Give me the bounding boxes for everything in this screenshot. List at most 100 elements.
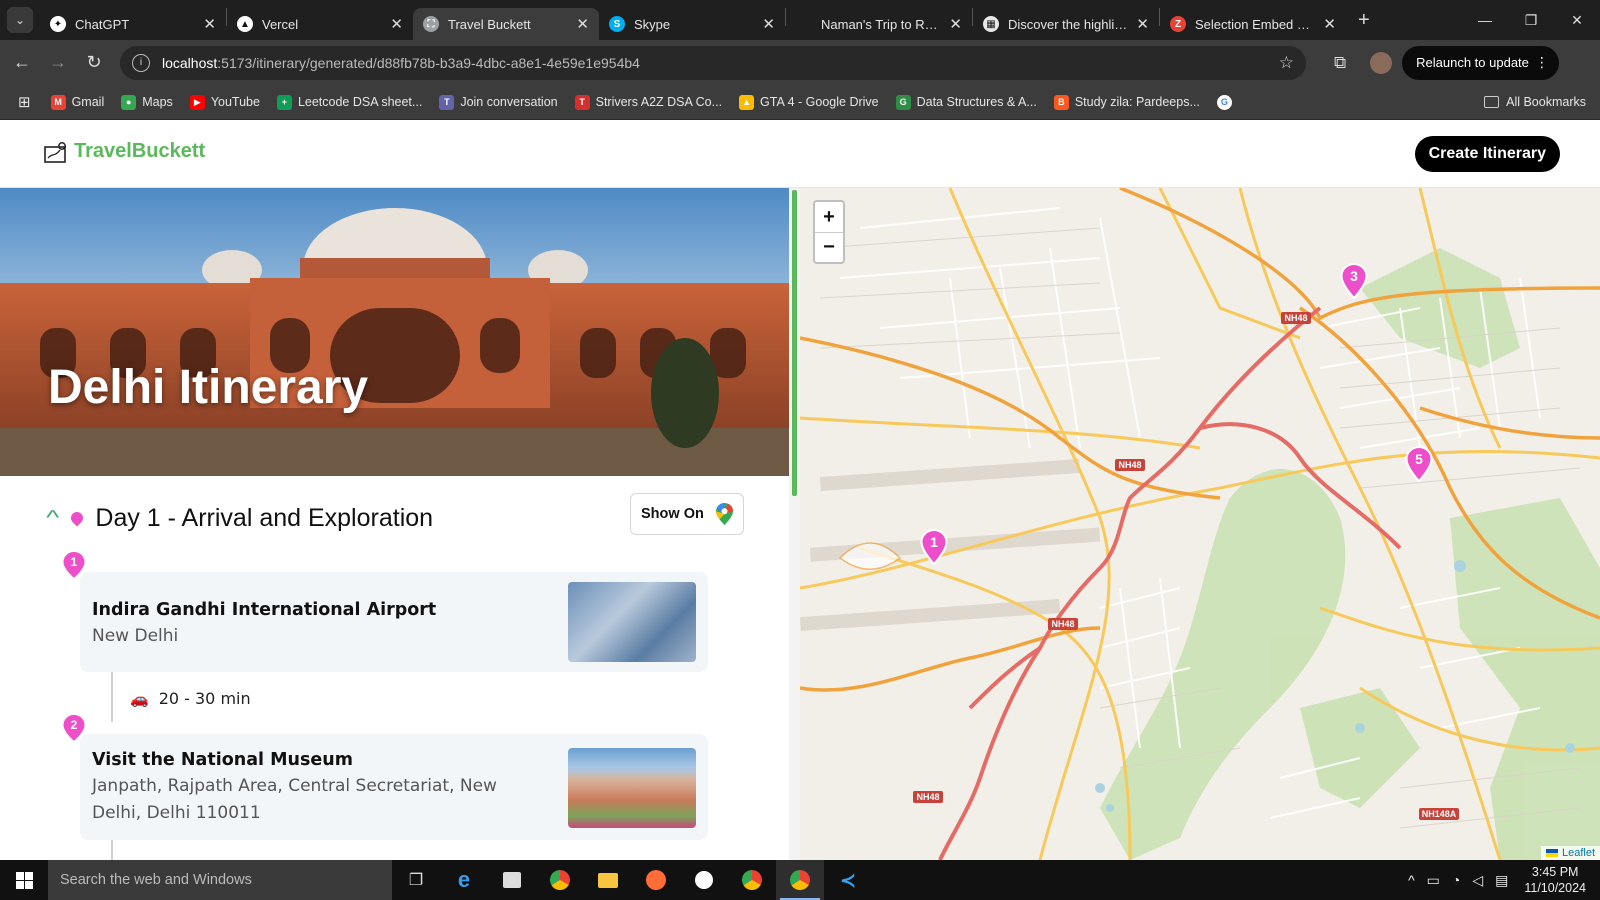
zoom-in-button[interactable]: + [815,202,843,232]
gfg-icon: G [895,94,911,110]
browser-tab[interactable]: ▲ Vercel ✕ [227,8,413,40]
forward-button[interactable]: → [40,45,76,81]
stop-name: Indira Gandhi International Airport [92,600,437,620]
file-explorer-icon[interactable] [584,860,632,900]
maps-icon: ● [121,94,137,110]
map-marker-5[interactable]: 5 [1404,445,1434,483]
bookmark-item[interactable]: G Data Structures & A... [895,94,1037,110]
skype-icon: S [609,16,625,32]
close-tab-icon[interactable]: ✕ [762,15,775,33]
bookmark-label: YouTube [210,95,260,109]
reload-button[interactable]: ↻ [76,45,112,81]
close-tab-icon[interactable]: ✕ [1323,15,1336,33]
browser-tab[interactable]: Z Selection Embed Code ✕ [1160,8,1346,40]
task-view-icon[interactable]: ❐ [392,860,440,900]
close-tab-icon[interactable]: ✕ [949,15,962,33]
folder-icon [1484,96,1500,108]
close-tab-icon[interactable]: ✕ [576,15,589,33]
profile-avatar[interactable] [1370,51,1393,74]
itinerary-panel[interactable]: Delhi Itinerary ^ Day 1 - Arrival and Ex… [0,188,800,860]
close-tab-icon[interactable]: ✕ [203,15,216,33]
road-label-nh48: NH48 [1051,619,1074,629]
tab-title: ChatGPT [75,16,130,32]
bookmark-item[interactable]: ● Maps [121,94,173,110]
close-tab-icon[interactable]: ✕ [1136,15,1149,33]
browser-tab[interactable]: S Skype ✕ [599,8,785,40]
minimize-button[interactable]: — [1462,0,1508,40]
stop-number-1: 1 [71,555,78,569]
tab-title: Selection Embed Code [1195,16,1318,32]
chrome-active-icon[interactable] [776,860,824,900]
restore-button[interactable]: ❐ [1508,0,1554,40]
battery-icon[interactable]: ▭ [1427,872,1440,889]
close-tab-icon[interactable]: ✕ [390,15,403,33]
close-window-button[interactable]: ✕ [1554,0,1600,40]
hero-banner: Delhi Itinerary [0,188,789,476]
bookmark-item[interactable]: B Study zila: Pardeeps... [1053,94,1200,110]
browser-tab[interactable]: Naman's Trip to Rome, ✕ [786,8,972,40]
brand-logo[interactable]: TravelBuckett [44,140,205,163]
map-marker-3[interactable]: 3 [1339,262,1369,300]
scrollbar-thumb[interactable] [792,190,797,496]
notification-icon[interactable]: ▤ [1495,872,1508,889]
site-info-icon[interactable]: i [132,53,150,72]
site-header: TravelBuckett Create Itinerary [0,120,1600,188]
bookmark-item[interactable]: + Leetcode DSA sheet... [276,94,422,110]
bookmark-item[interactable]: T Strivers A2Z DSA Co... [574,94,722,110]
system-clock[interactable]: 3:45 PM 11/10/2024 [1524,864,1586,896]
brand-name: TravelBuckett [74,140,206,162]
browser-tab[interactable]: ▦ Discover the highlights ✕ [973,8,1159,40]
mongodb-compass-icon[interactable] [680,860,728,900]
bookmark-item[interactable]: ▲ GTA 4 - Google Drive [739,94,879,110]
tab-title: Naman's Trip to Rome, [821,16,944,32]
document-icon: ▦ [983,16,999,32]
vscode-icon[interactable]: ≺ [824,860,872,900]
create-itinerary-button[interactable]: Create Itinerary [1414,136,1560,172]
itinerary-title: Delhi Itinerary [48,361,369,414]
taskbar-search[interactable]: Search the web and Windows [48,860,392,900]
url-bar[interactable]: i localhost:5173/itinerary/generated/d88… [120,45,1306,80]
postman-icon[interactable] [632,860,680,900]
clock-date: 11/10/2024 [1524,881,1586,895]
start-button[interactable] [0,860,48,900]
extensions-icon[interactable]: ⧉ [1334,53,1346,73]
bookmark-star-icon[interactable]: ☆ [1279,53,1294,73]
bookmark-item[interactable]: M Gmail [50,94,105,110]
bookmark-item[interactable]: ▶ YouTube [189,94,260,110]
bookmark-item[interactable]: G [1216,94,1238,110]
tab-search-button[interactable]: ⌄ [7,7,33,33]
bookmark-label: Gmail [71,95,105,109]
more-menu-icon[interactable]: ⋮ [1535,54,1549,71]
tab-title: Discover the highlights [1008,16,1131,32]
edge-icon[interactable]: e [440,860,488,900]
apps-grid-icon[interactable]: ⊞ [18,93,31,111]
location-pin-icon [68,509,86,527]
all-bookmarks-button[interactable]: All Bookmarks [1484,95,1586,109]
back-button[interactable]: ← [4,45,40,81]
marker-number: 3 [1350,268,1358,284]
chrome-profile-icon[interactable] [728,860,776,900]
day-header[interactable]: ^ Day 1 - Arrival and Exploration Show O… [46,493,748,543]
map-attribution[interactable]: Leaflet [1540,846,1600,860]
ukraine-flag-icon [1545,849,1558,857]
stop-card-2[interactable]: Visit the National Museum Janpath, Rajpa… [80,734,708,840]
store-icon[interactable] [488,860,536,900]
wifi-icon[interactable]: ◔ [1452,872,1460,888]
show-on-map-button[interactable]: Show On [630,493,744,535]
volume-icon[interactable]: ◁ [1472,872,1483,889]
browser-tab[interactable]: ⛶ Travel Buckett ✕ [413,8,599,40]
day-title: Day 1 - Arrival and Exploration [95,503,434,532]
chrome-icon[interactable] [536,860,584,900]
map-marker-1[interactable]: 1 [919,528,949,566]
stop-card-1[interactable]: Indira Gandhi International Airport New … [80,572,708,672]
zoom-out-button[interactable]: − [815,232,843,262]
collapse-chevron-icon[interactable]: ^ [46,507,59,530]
new-tab-button[interactable]: + [1358,9,1370,32]
show-hidden-icons[interactable]: ^ [1408,872,1415,888]
tab-title: Vercel [262,16,299,32]
browser-tab[interactable]: ✦ ChatGPT ✕ [40,8,226,40]
bookmark-item[interactable]: T Join conversation [439,94,558,110]
leaflet-map[interactable]: NH48 NH48 NH48 NH48 NH148A + − 1 3 5 Lea… [800,188,1600,860]
url-host: localhost [162,54,218,71]
relaunch-update-button[interactable]: Relaunch to update ⋮ [1402,45,1559,80]
